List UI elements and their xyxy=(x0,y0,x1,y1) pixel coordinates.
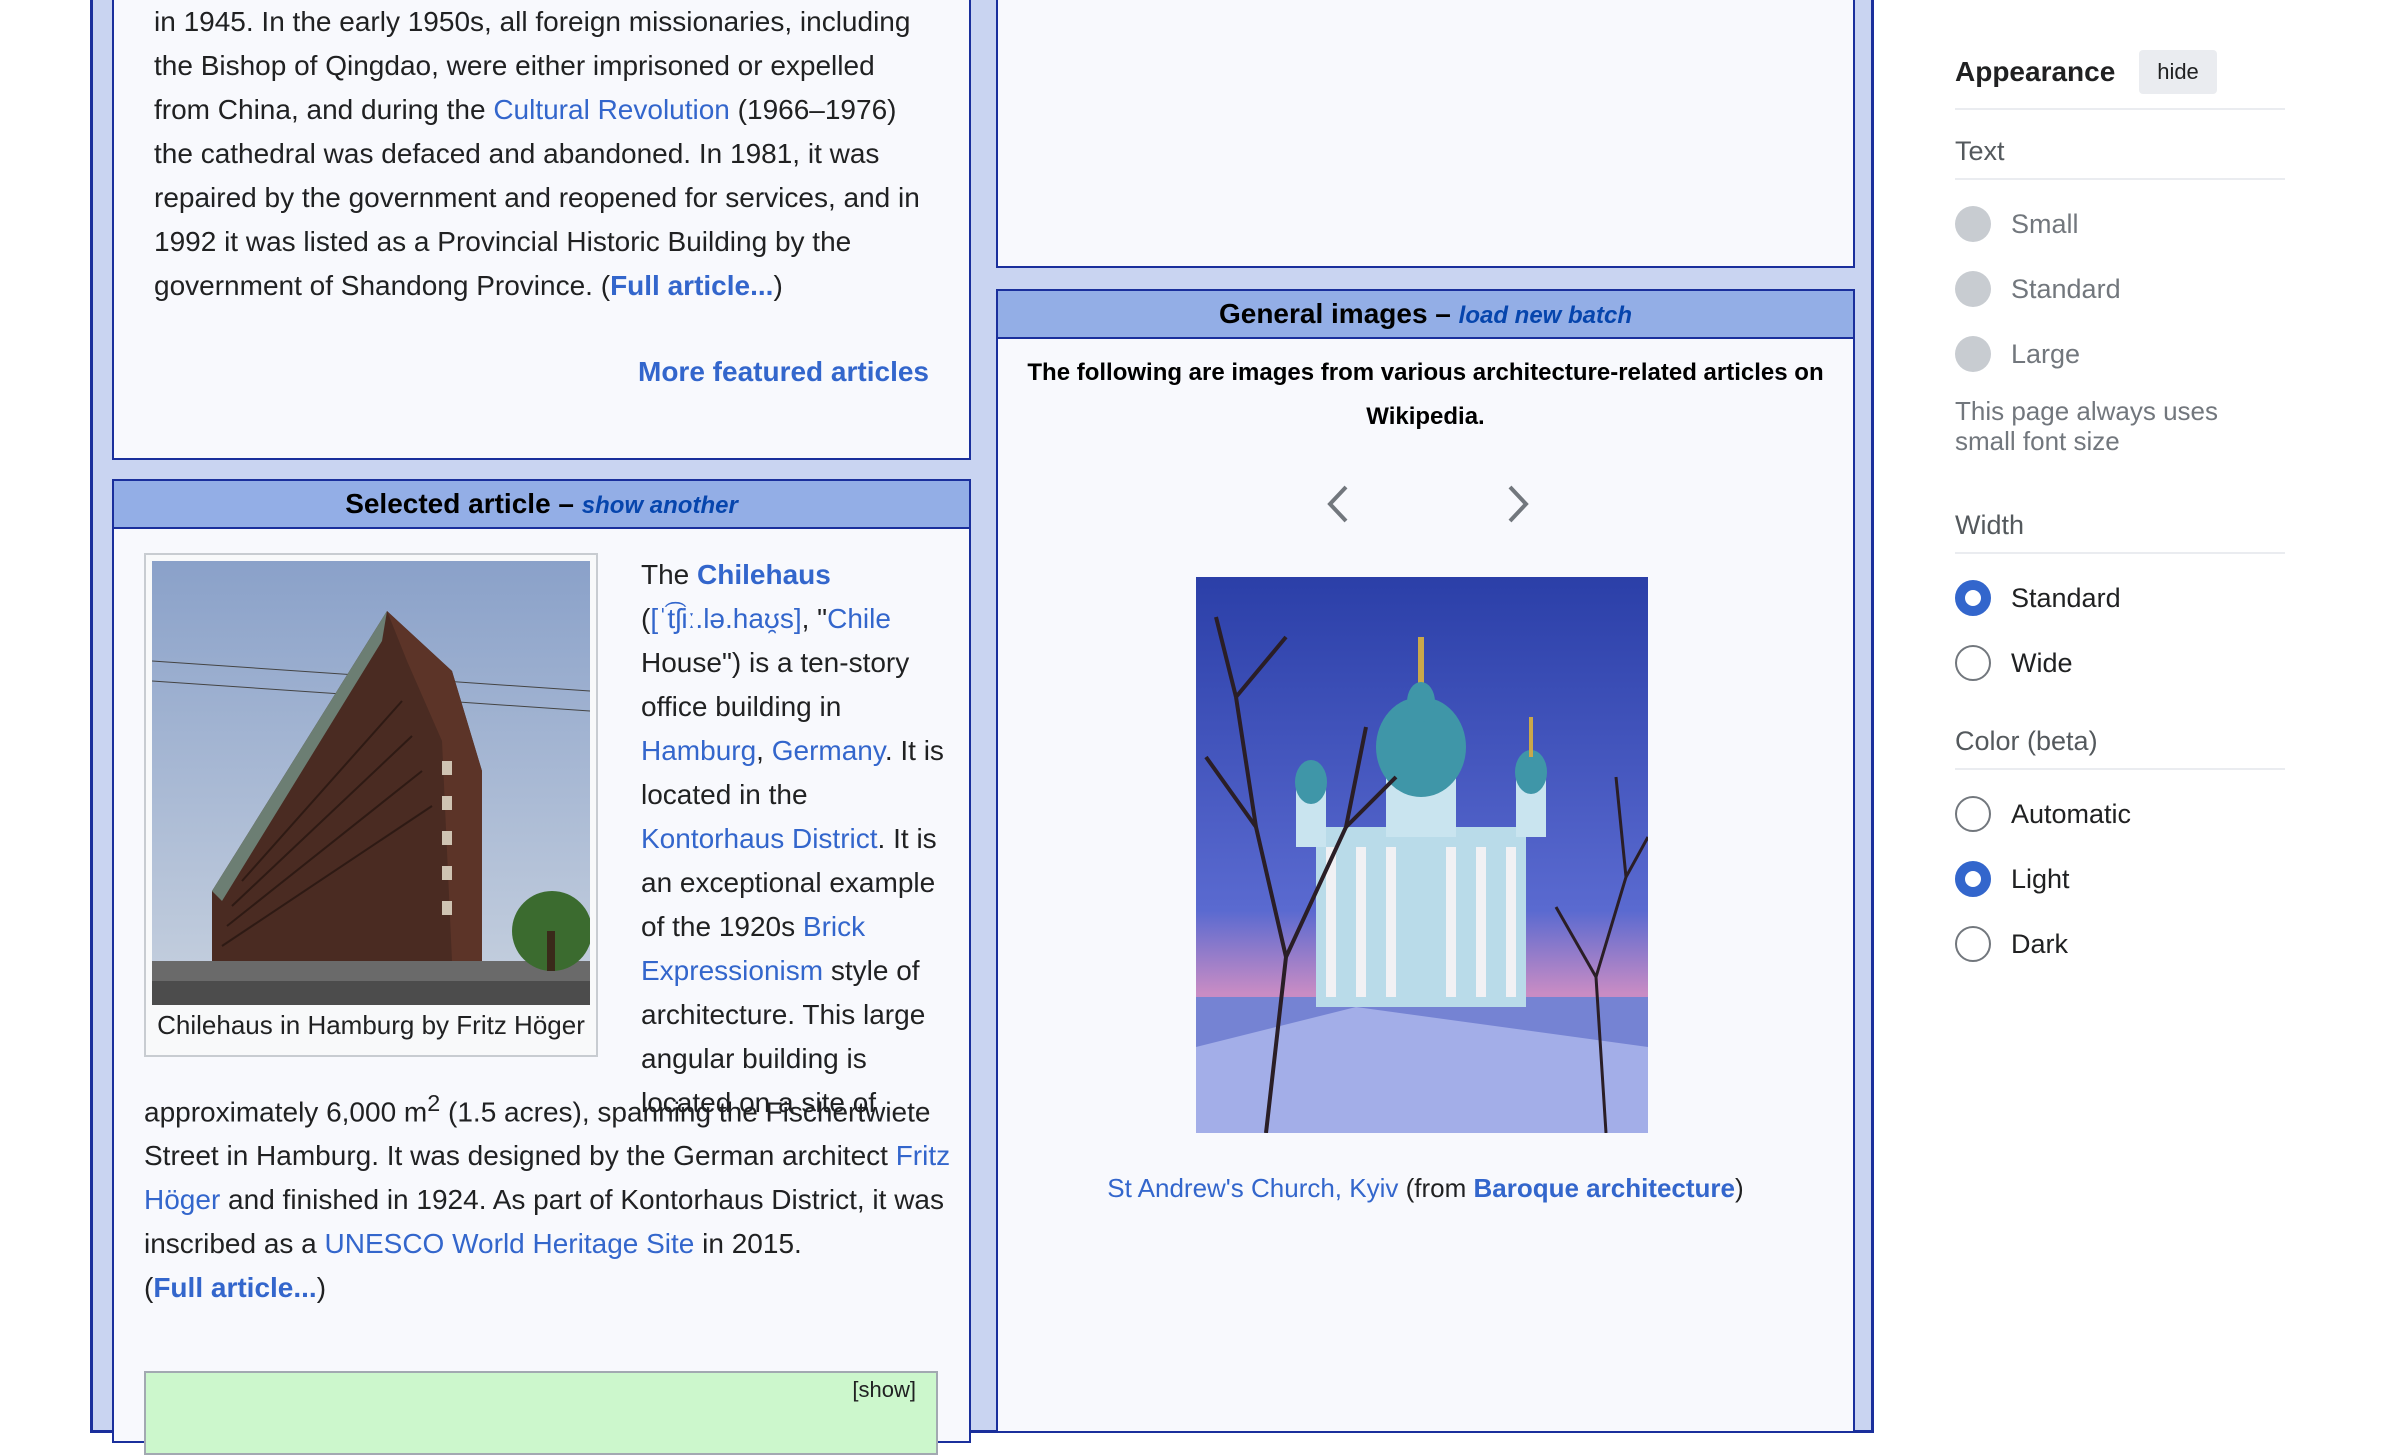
general-images-box: General images – load new batch The foll… xyxy=(996,289,1855,1433)
featured-line: from China, and during the Cultural Revo… xyxy=(154,88,934,132)
text-span: ) xyxy=(316,1272,327,1304)
separator xyxy=(1955,178,2285,180)
radio-width-wide[interactable] xyxy=(1955,645,1991,681)
option-label: Dark xyxy=(2011,929,2069,959)
st-andrews-church-image[interactable] xyxy=(1196,577,1648,1133)
featured-text-span: from China, and during the xyxy=(154,94,486,125)
text-option-standard: Standard xyxy=(1955,271,2285,311)
selected-article-header: Selected article – show another xyxy=(114,481,969,529)
show-toggle[interactable]: [show] xyxy=(852,1377,916,1403)
option-label: Small xyxy=(2011,209,2079,239)
radio-color-light[interactable] xyxy=(1955,861,1991,897)
featured-text-span: ) xyxy=(773,270,783,301)
selected-article-text-bottom: approximately 6,000 m2 (1.5 acres), span… xyxy=(144,1081,954,1310)
text-span: , xyxy=(756,735,772,766)
general-images-header: General images – load new batch xyxy=(998,291,1853,339)
chilehaus-link[interactable]: Chilehaus xyxy=(697,559,831,590)
text-span: ( xyxy=(641,603,651,634)
selected-article-title: Selected article – xyxy=(345,488,574,519)
featured-line: the cathedral was defaced and abandoned.… xyxy=(154,138,880,169)
text-span: in 2015. xyxy=(694,1228,802,1260)
separator xyxy=(1955,552,2285,554)
chilehaus-caption: Chilehaus in Hamburg by Fritz Höger xyxy=(157,1010,585,1040)
option-label: Automatic xyxy=(2011,799,2132,829)
ipa-link[interactable]: [ˈt͡ʃiː.lə.haʊ̯s] xyxy=(650,603,801,634)
text-option-large: Large xyxy=(1955,336,2285,376)
option-label: Wide xyxy=(2011,648,2073,678)
baroque-architecture-link[interactable]: Baroque architecture xyxy=(1473,1173,1735,1203)
text-span: , " xyxy=(801,603,828,634)
option-label: Standard xyxy=(2011,583,2121,613)
text-span: The xyxy=(641,559,698,590)
featured-line: 1992 it was listed as a Provincial Histo… xyxy=(154,226,852,257)
width-option-standard[interactable]: Standard xyxy=(1955,580,2285,620)
germany-link[interactable]: Germany xyxy=(772,735,885,766)
chilehaus-figure: Chilehaus in Hamburg by Fritz Höger xyxy=(144,553,598,1057)
radio-color-automatic[interactable] xyxy=(1955,796,1991,832)
chevron-right-icon[interactable] xyxy=(1498,479,1538,529)
featured-article-box: in 1945. In the early 1950s, all foreign… xyxy=(112,0,971,460)
text-span: ) xyxy=(1735,1173,1744,1203)
general-images-title: General images – xyxy=(1218,298,1451,329)
separator xyxy=(1955,768,2285,770)
collapsible-box: [show] xyxy=(144,1371,938,1455)
radio-color-dark[interactable] xyxy=(1955,926,1991,962)
featured-line: government of Shandong Province. (Full a… xyxy=(154,264,934,308)
width-option-wide[interactable]: Wide xyxy=(1955,645,2285,685)
show-another-link[interactable]: show another xyxy=(582,492,738,519)
text-section-label: Text xyxy=(1955,136,2005,166)
top-right-box xyxy=(996,0,1855,268)
featured-line: repaired by the government and reopened … xyxy=(154,182,920,213)
superscript: 2 xyxy=(427,1090,441,1116)
hide-button[interactable]: hide xyxy=(2139,50,2217,94)
selected-article-box: Selected article – show another Chilehau… xyxy=(112,479,971,1455)
featured-full-article-link[interactable]: Full article... xyxy=(610,270,773,301)
more-featured-articles-link[interactable]: More featured articles xyxy=(638,356,929,388)
featured-line: in 1945. In the early 1950s, all foreign… xyxy=(154,6,911,37)
radio-small xyxy=(1955,206,1991,242)
option-label: Light xyxy=(2011,864,2070,894)
color-option-dark[interactable]: Dark xyxy=(1955,926,2285,966)
text-span: approximately 6,000 m xyxy=(144,1096,428,1128)
separator xyxy=(1955,108,2285,110)
load-new-batch-link[interactable]: load new batch xyxy=(1459,302,1632,329)
church-caption: St Andrew's Church, Kyiv (from Baroque a… xyxy=(998,1173,1853,1204)
text-span: ( xyxy=(144,1272,154,1304)
unesco-link[interactable]: UNESCO World Heritage Site xyxy=(325,1228,695,1259)
featured-text-span: government of Shandong Province. ( xyxy=(154,270,611,301)
text-span: House") is a ten-story office building i… xyxy=(641,647,910,722)
selected-full-article-link[interactable]: Full article... xyxy=(153,1272,316,1303)
text-span: (from xyxy=(1398,1173,1474,1203)
option-label: Large xyxy=(2011,339,2081,369)
radio-standard xyxy=(1955,271,1991,307)
kontorhaus-district-link[interactable]: Kontorhaus District xyxy=(641,823,878,854)
featured-article-text: in 1945. In the early 1950s, all foreign… xyxy=(154,0,934,308)
featured-text-span: (1966–1976) xyxy=(737,94,897,125)
cultural-revolution-link[interactable]: Cultural Revolution xyxy=(493,94,730,125)
radio-large xyxy=(1955,336,1991,372)
radio-width-standard[interactable] xyxy=(1955,580,1991,616)
font-size-note: This page always uses small font size xyxy=(1955,396,2219,456)
color-section-label: Color (beta) xyxy=(1955,726,2098,756)
appearance-title: Appearance xyxy=(1955,56,2116,87)
color-option-automatic[interactable]: Automatic xyxy=(1955,796,2285,836)
option-label: Standard xyxy=(2011,274,2121,304)
text-option-small: Small xyxy=(1955,206,2285,246)
general-images-description: The following are images from various ar… xyxy=(1027,359,1824,430)
chevron-left-icon[interactable] xyxy=(1318,479,1358,529)
featured-line: the Bishop of Qingdao, were either impri… xyxy=(154,50,875,81)
hamburg-link[interactable]: Hamburg xyxy=(641,735,756,766)
st-andrews-church-link[interactable]: St Andrew's Church, Kyiv xyxy=(1107,1173,1398,1203)
width-section-label: Width xyxy=(1955,510,2025,540)
selected-article-text-right: The Chilehaus ([ˈt͡ʃiː.lə.haʊ̯s], "Chile… xyxy=(641,553,951,1125)
color-option-light[interactable]: Light xyxy=(1955,861,2285,901)
chilehaus-image[interactable] xyxy=(152,561,590,1005)
chile-link[interactable]: Chile xyxy=(827,603,891,634)
